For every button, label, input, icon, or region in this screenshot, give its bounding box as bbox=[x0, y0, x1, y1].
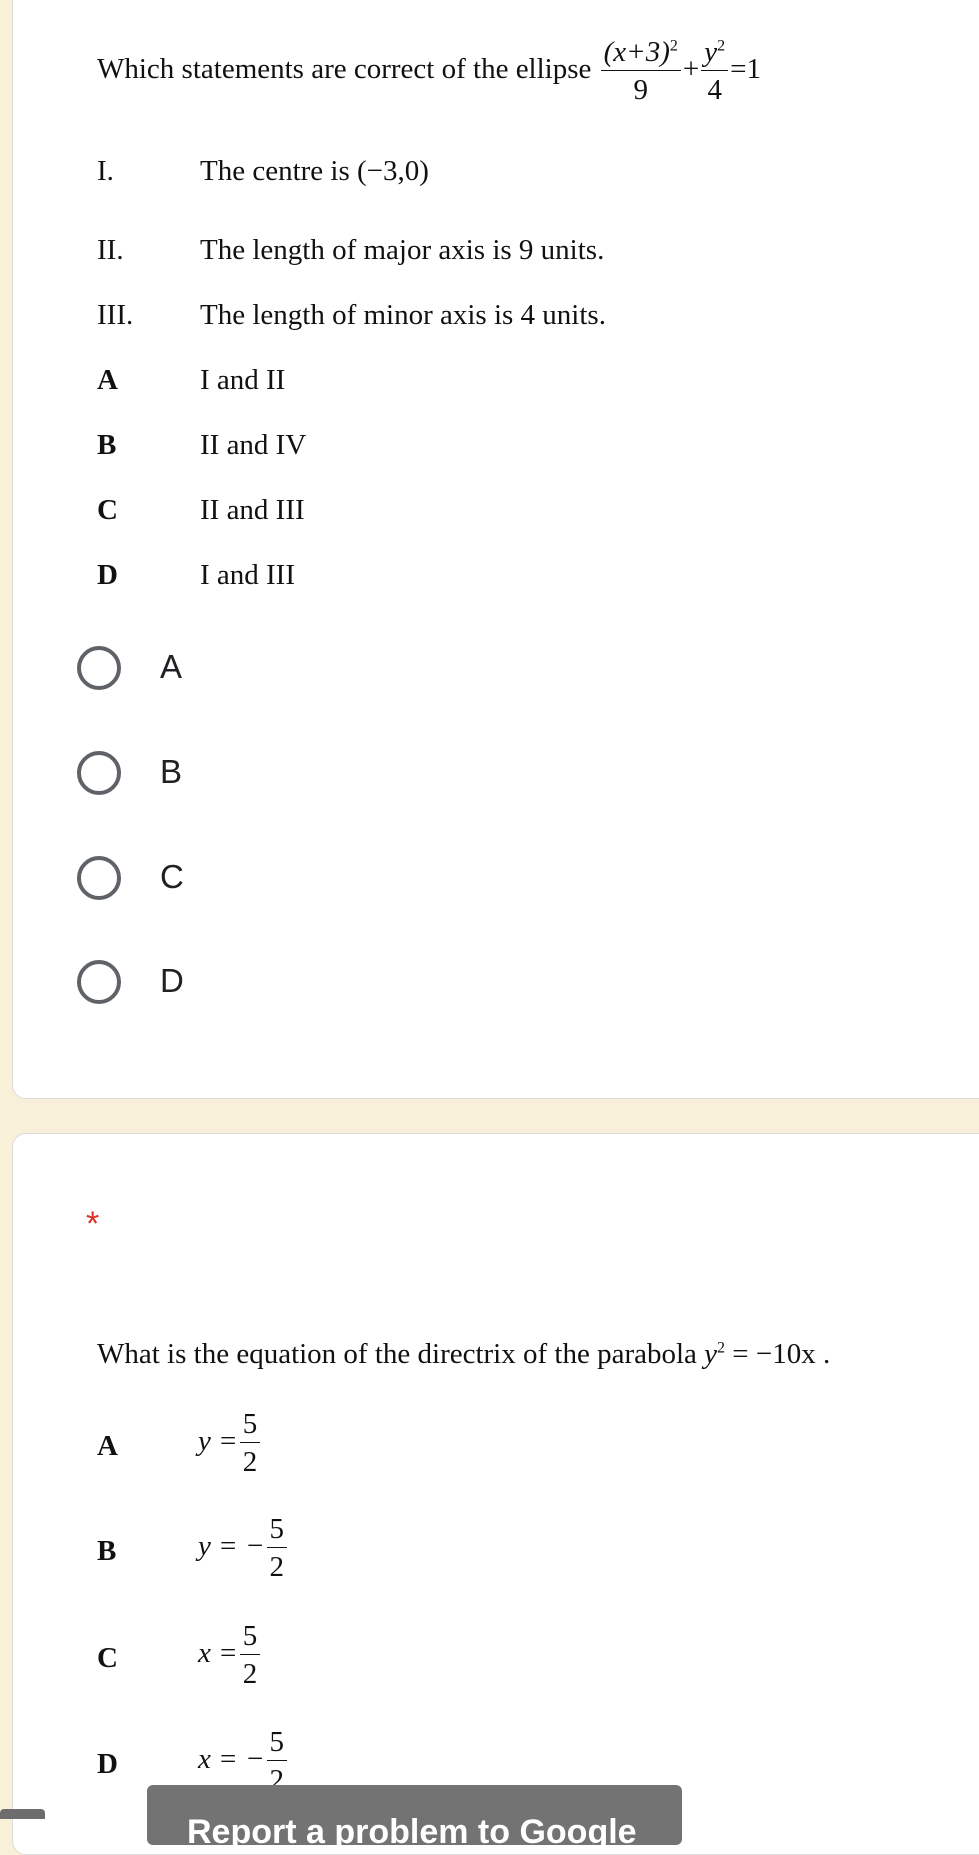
choice-letter: B bbox=[97, 429, 117, 461]
question-card-ellipse bbox=[12, 0, 979, 1099]
ellipse-term-2: y2 4 bbox=[701, 36, 729, 106]
equation-rhs: =1 bbox=[730, 53, 761, 86]
equation-lhs: x = − bbox=[198, 1743, 265, 1776]
equation-lhs: y = − bbox=[198, 1530, 265, 1563]
statement-numeral: I. bbox=[97, 155, 114, 187]
term2-numerator: y bbox=[704, 36, 718, 68]
radio-option-c[interactable] bbox=[77, 856, 121, 900]
choice-letter: C bbox=[97, 494, 118, 526]
statement-text: The centre is (−3,0) bbox=[200, 155, 429, 187]
term1-numerator: (x+3) bbox=[603, 36, 670, 68]
parabola-exponent: 2 bbox=[717, 1339, 726, 1357]
question-2-prompt: What is the equation of the directrix of… bbox=[97, 1338, 830, 1371]
radio-option-d[interactable] bbox=[77, 960, 121, 1004]
term1-exponent: 2 bbox=[669, 37, 678, 55]
equation-lhs: x = bbox=[198, 1637, 238, 1670]
radio-label-c[interactable]: C bbox=[160, 858, 184, 896]
choice-equation: x = 5 2 bbox=[198, 1622, 262, 1689]
toast-text: Report a problem to Google bbox=[187, 1813, 637, 1845]
choice-equation: y = 5 2 bbox=[198, 1410, 262, 1477]
fraction-numerator: 5 bbox=[266, 1728, 288, 1761]
choice-letter: A bbox=[97, 364, 118, 396]
statement-numeral: II. bbox=[97, 234, 124, 266]
choice-letter: D bbox=[97, 1748, 118, 1780]
radio-option-a[interactable] bbox=[77, 646, 121, 690]
required-asterisk: * bbox=[86, 1205, 100, 1243]
fraction-numerator: 5 bbox=[266, 1515, 288, 1548]
choice-letter: A bbox=[97, 1430, 118, 1462]
question-1-text: Which statements are correct of the elli… bbox=[97, 53, 592, 86]
fraction-denominator: 2 bbox=[269, 1551, 285, 1583]
radio-option-b[interactable] bbox=[77, 751, 121, 795]
bottom-left-handle bbox=[0, 1809, 45, 1819]
choice-letter: D bbox=[97, 559, 118, 591]
choice-letter: B bbox=[97, 1535, 117, 1567]
fraction-numerator: 5 bbox=[239, 1410, 261, 1443]
radio-label-d[interactable]: D bbox=[160, 962, 184, 1000]
parabola-var: y bbox=[704, 1338, 718, 1370]
term2-denominator: 4 bbox=[707, 74, 722, 106]
choice-text: I and II bbox=[200, 364, 286, 396]
fraction-denominator: 2 bbox=[242, 1658, 258, 1690]
choice-text: I and III bbox=[200, 559, 296, 591]
statement-text: The length of minor axis is 4 units. bbox=[200, 299, 606, 331]
choice-equation: y = −5 2 bbox=[198, 1515, 289, 1582]
fraction-numerator: 5 bbox=[239, 1622, 261, 1655]
term1-denominator: 9 bbox=[633, 74, 649, 106]
statement-text: The length of major axis is 9 units. bbox=[200, 234, 605, 266]
question-1-prompt: Which statements are correct of the elli… bbox=[97, 38, 761, 105]
choice-letter: C bbox=[97, 1642, 118, 1674]
term2-exponent: 2 bbox=[717, 37, 726, 55]
report-problem-toast[interactable]: Report a problem to Google bbox=[147, 1785, 682, 1845]
choice-text: II and III bbox=[200, 494, 305, 526]
parabola-rhs: = −10x . bbox=[725, 1338, 831, 1370]
choice-text: II and IV bbox=[200, 429, 307, 461]
question-2-text: What is the equation of the directrix of… bbox=[97, 1338, 697, 1370]
question-card-parabola bbox=[12, 1133, 979, 1855]
radio-label-b[interactable]: B bbox=[160, 753, 182, 791]
ellipse-term-1: (x+3)2 9 bbox=[600, 36, 681, 106]
plus-sign: + bbox=[682, 53, 700, 86]
equation-lhs: y = bbox=[198, 1425, 238, 1458]
fraction-denominator: 2 bbox=[242, 1446, 258, 1478]
radio-label-a[interactable]: A bbox=[160, 648, 182, 686]
statement-numeral: III. bbox=[97, 299, 134, 331]
